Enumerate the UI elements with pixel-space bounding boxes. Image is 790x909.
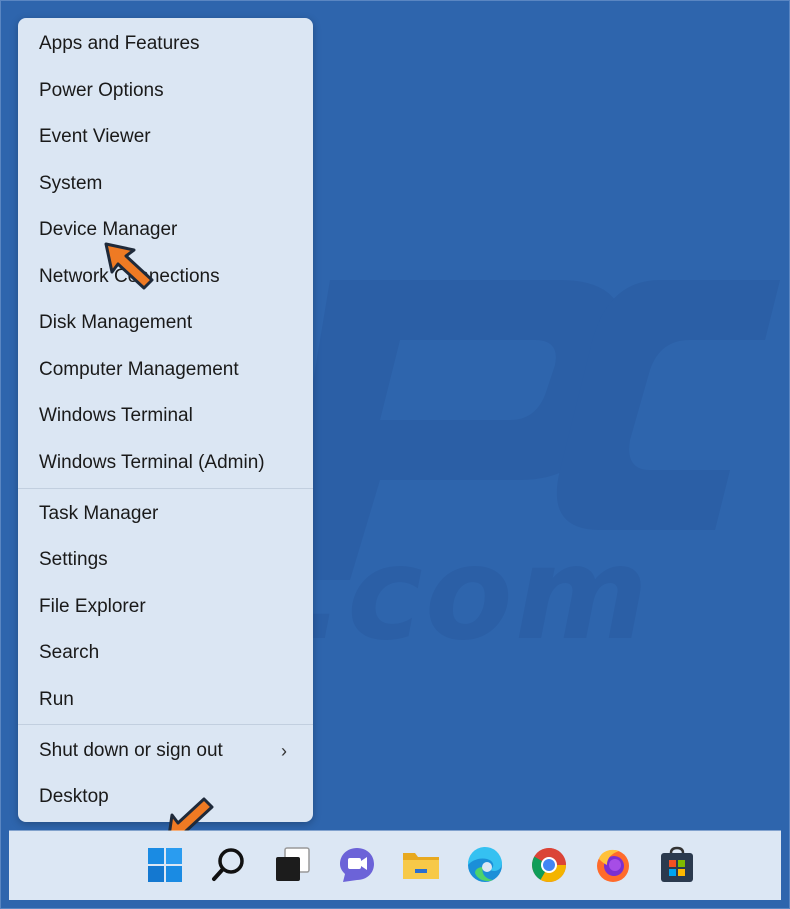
- menu-item-file-explorer[interactable]: File Explorer: [18, 585, 313, 629]
- desktop-background: risk.com Apps and Features Power Options…: [0, 0, 790, 909]
- menu-item-computer-management[interactable]: Computer Management: [18, 348, 313, 392]
- task-view-icon[interactable]: [273, 845, 313, 885]
- menu-separator: [18, 724, 313, 725]
- menu-item-windows-terminal-admin[interactable]: Windows Terminal (Admin): [18, 441, 313, 485]
- menu-item-desktop[interactable]: Desktop: [18, 775, 313, 819]
- taskbar: [9, 831, 781, 900]
- menu-item-windows-terminal[interactable]: Windows Terminal: [18, 394, 313, 438]
- menu-item-search[interactable]: Search: [18, 631, 313, 675]
- microsoft-store-icon[interactable]: [657, 845, 697, 885]
- winx-context-menu: Apps and Features Power Options Event Vi…: [18, 18, 313, 822]
- file-explorer-icon[interactable]: [401, 845, 441, 885]
- firefox-icon[interactable]: [593, 845, 633, 885]
- menu-item-settings[interactable]: Settings: [18, 538, 313, 582]
- menu-item-device-manager[interactable]: Device Manager: [18, 208, 313, 252]
- menu-item-label: Shut down or sign out: [39, 740, 223, 761]
- edge-icon[interactable]: [465, 845, 505, 885]
- menu-item-task-manager[interactable]: Task Manager: [18, 492, 313, 536]
- menu-item-system[interactable]: System: [18, 162, 313, 206]
- menu-item-shut-down-or-sign-out[interactable]: Shut down or sign out ›: [18, 729, 313, 773]
- menu-item-event-viewer[interactable]: Event Viewer: [18, 115, 313, 159]
- menu-item-run[interactable]: Run: [18, 678, 313, 722]
- menu-item-apps-and-features[interactable]: Apps and Features: [18, 22, 313, 66]
- chevron-right-icon: ›: [281, 741, 287, 761]
- menu-separator: [18, 488, 313, 489]
- menu-item-network-connections[interactable]: Network Connections: [18, 255, 313, 299]
- menu-item-disk-management[interactable]: Disk Management: [18, 301, 313, 345]
- menu-item-power-options[interactable]: Power Options: [18, 69, 313, 113]
- search-icon[interactable]: [209, 845, 249, 885]
- teams-chat-icon[interactable]: [337, 845, 377, 885]
- windows-start-icon[interactable]: [145, 845, 185, 885]
- chrome-icon[interactable]: [529, 845, 569, 885]
